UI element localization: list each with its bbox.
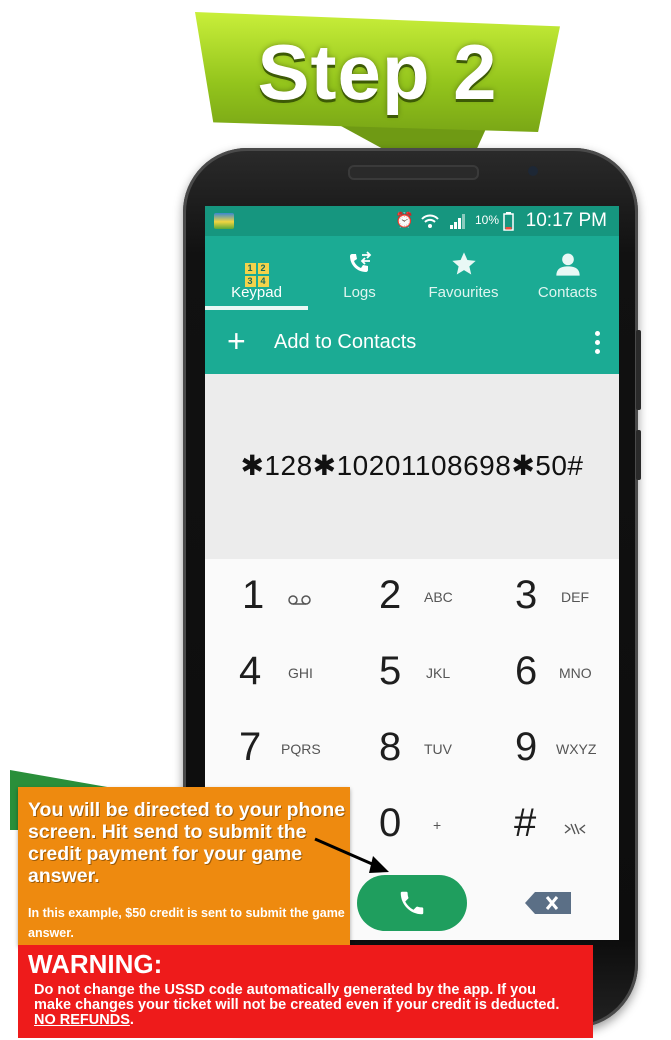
tab-keypad[interactable]: 12 34 Keypad bbox=[205, 236, 308, 311]
instruction-box: You will be directed to your phone scree… bbox=[18, 787, 350, 945]
active-tab-indicator bbox=[205, 306, 308, 310]
earpiece-speaker bbox=[348, 165, 479, 180]
dialed-number[interactable]: ✱128✱10201108698✱50# bbox=[205, 449, 619, 482]
signal-icon bbox=[564, 823, 586, 835]
pointer-arrow bbox=[314, 837, 389, 873]
key-letters: DEF bbox=[561, 589, 589, 605]
step-title: Step 2 bbox=[257, 27, 498, 116]
key-digit: 1 bbox=[242, 573, 265, 617]
backspace-icon[interactable] bbox=[525, 892, 571, 914]
key-letters: WXYZ bbox=[556, 741, 597, 757]
power-button bbox=[636, 430, 641, 480]
number-display: ✱128✱10201108698✱50# bbox=[205, 374, 619, 559]
key-4[interactable]: 4 GHI bbox=[205, 635, 343, 711]
clock: 10:17 PM bbox=[525, 210, 607, 231]
battery-percent: 10% bbox=[475, 213, 500, 227]
key-letters: TUV bbox=[424, 741, 452, 757]
key-7[interactable]: 7 PQRS bbox=[205, 711, 343, 787]
voicemail-icon bbox=[288, 595, 311, 605]
key-letters: MNO bbox=[559, 665, 592, 681]
instruction-text: You will be directed to your phone scree… bbox=[28, 799, 346, 887]
signal-icon bbox=[450, 214, 465, 229]
call-button[interactable] bbox=[357, 875, 467, 931]
key-letters: ABC bbox=[424, 589, 453, 605]
warning-body: Do not change the USSD code automaticall… bbox=[34, 983, 574, 1028]
key-9[interactable]: 9 WXYZ bbox=[481, 711, 619, 787]
key-digit: 9 bbox=[515, 725, 538, 769]
app-notification-icon bbox=[214, 213, 234, 229]
key-5[interactable]: 5 JKL bbox=[343, 635, 481, 711]
key-2[interactable]: 2 ABC bbox=[343, 559, 481, 635]
tab-logs[interactable]: Logs bbox=[308, 236, 411, 311]
key-letters: GHI bbox=[288, 665, 313, 681]
battery-icon bbox=[503, 212, 514, 231]
wifi-icon bbox=[421, 214, 439, 228]
tab-favourites[interactable]: Favourites bbox=[412, 236, 515, 311]
warning-title: WARNING: bbox=[28, 949, 163, 979]
no-refunds-text: NO REFUNDS bbox=[34, 1012, 130, 1028]
more-options-icon[interactable] bbox=[595, 331, 601, 358]
key-8[interactable]: 8 TUV bbox=[343, 711, 481, 787]
status-bar: ⏰ 10% 10:17 PM bbox=[205, 206, 619, 236]
tab-label: Keypad bbox=[231, 284, 282, 301]
key-6[interactable]: 6 MNO bbox=[481, 635, 619, 711]
plus-icon: + bbox=[227, 323, 246, 359]
tab-label: Favourites bbox=[428, 284, 499, 301]
add-to-contacts-label: Add to Contacts bbox=[274, 331, 417, 353]
add-to-contacts-bar[interactable]: + Add to Contacts bbox=[205, 311, 619, 374]
star-icon bbox=[412, 244, 515, 284]
key-digit: 5 bbox=[379, 649, 402, 693]
volume-button bbox=[636, 330, 641, 410]
key-digit: 3 bbox=[515, 573, 538, 617]
key-digit: 6 bbox=[515, 649, 538, 693]
call-log-icon bbox=[308, 244, 411, 284]
tab-label: Logs bbox=[343, 284, 376, 301]
key-digit: 4 bbox=[239, 649, 262, 693]
key-hash[interactable]: # bbox=[481, 787, 619, 863]
front-camera bbox=[528, 166, 538, 176]
phone-icon bbox=[400, 891, 424, 915]
tab-label: Contacts bbox=[537, 284, 598, 301]
warning-text: Do not change the USSD code automaticall… bbox=[34, 982, 560, 1013]
key-digit: 8 bbox=[379, 725, 402, 769]
key-letters: JKL bbox=[426, 665, 451, 681]
key-letters: PQRS bbox=[281, 741, 321, 757]
instruction-example: In this example, $50 credit is sent to s… bbox=[28, 906, 345, 940]
warning-period: . bbox=[129, 1012, 134, 1028]
alarm-icon: ⏰ bbox=[395, 212, 414, 229]
keypad-icon: 12 34 bbox=[205, 244, 308, 287]
dialer-tabs: 12 34 Keypad Logs Favourites Contacts bbox=[205, 236, 619, 311]
tab-contacts[interactable]: Contacts bbox=[516, 236, 619, 311]
key-digit: # bbox=[514, 801, 537, 845]
person-icon bbox=[516, 244, 619, 284]
key-1[interactable]: 1 bbox=[205, 559, 343, 635]
key-letters: + bbox=[433, 817, 442, 833]
key-digit: 2 bbox=[379, 573, 402, 617]
key-digit: 7 bbox=[239, 725, 262, 769]
key-3[interactable]: 3 DEF bbox=[481, 559, 619, 635]
warning-box: WARNING: Do not change the USSD code aut… bbox=[18, 945, 593, 1038]
